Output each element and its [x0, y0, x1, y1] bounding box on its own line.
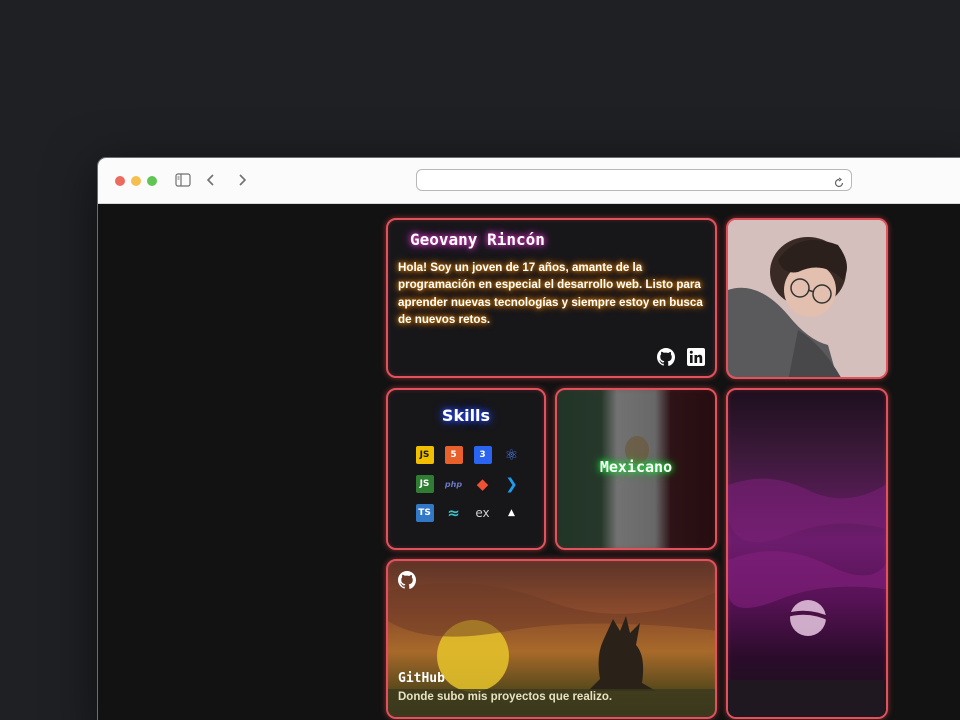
close-window-button[interactable] [115, 176, 125, 186]
javascript-icon: JS [415, 446, 434, 464]
skills-icon-grid: JS 5 3 ⚛ JS php ◆ ❯ TS ≈ ex ▲ [402, 446, 534, 522]
profile-name: Geovany Rincón [410, 230, 545, 249]
back-icon[interactable] [205, 172, 217, 191]
about-card: Geovany Rincón Hola! Soy un joven de 17 … [386, 218, 717, 378]
nodejs-icon: JS [415, 475, 434, 493]
github-card-icon [398, 571, 417, 593]
astro-icon: ▲ [508, 508, 515, 518]
profile-bio: Hola! Soy un joven de 17 años, amante de… [398, 261, 703, 326]
express-icon: ex [475, 506, 490, 520]
html5-icon: 5 [444, 446, 463, 464]
tailwind-icon: ≈ [447, 504, 460, 522]
github-card-title: GitHub [398, 671, 445, 686]
typescript-icon: TS [415, 504, 434, 522]
browser-toolbar [98, 158, 960, 204]
reload-icon[interactable] [833, 174, 845, 193]
github-card-description: Donde subo mis proyectos que realizo. [398, 691, 613, 703]
skills-card: Skills JS 5 3 ⚛ JS php ◆ ❯ TS ≈ ex ▲ [386, 388, 546, 550]
nationality-label: Mexicano [599, 458, 673, 476]
page-content: Geovany Rincón Hola! Soy un joven de 17 … [98, 204, 960, 720]
github-project-card[interactable]: GitHub Donde subo mis proyectos que real… [386, 559, 717, 719]
git-icon: ◆ [476, 475, 489, 493]
linkedin-icon[interactable] [687, 348, 705, 366]
forward-icon[interactable] [236, 172, 248, 191]
react-icon: ⚛ [504, 446, 519, 464]
github-icon[interactable] [657, 348, 676, 366]
sunset-image-card [726, 388, 888, 719]
vscode-icon: ❯ [505, 475, 518, 493]
minimize-window-button[interactable] [131, 176, 141, 186]
browser-window: Geovany Rincón Hola! Soy un joven de 17 … [97, 157, 960, 720]
profile-photo [726, 218, 888, 379]
css3-icon: 3 [473, 446, 492, 464]
nationality-card: Mexicano [555, 388, 717, 550]
maximize-window-button[interactable] [147, 176, 157, 186]
php-icon: php [444, 479, 463, 489]
skills-title: Skills [441, 406, 491, 425]
sidebar-icon[interactable] [175, 172, 191, 191]
address-bar[interactable] [416, 169, 852, 191]
